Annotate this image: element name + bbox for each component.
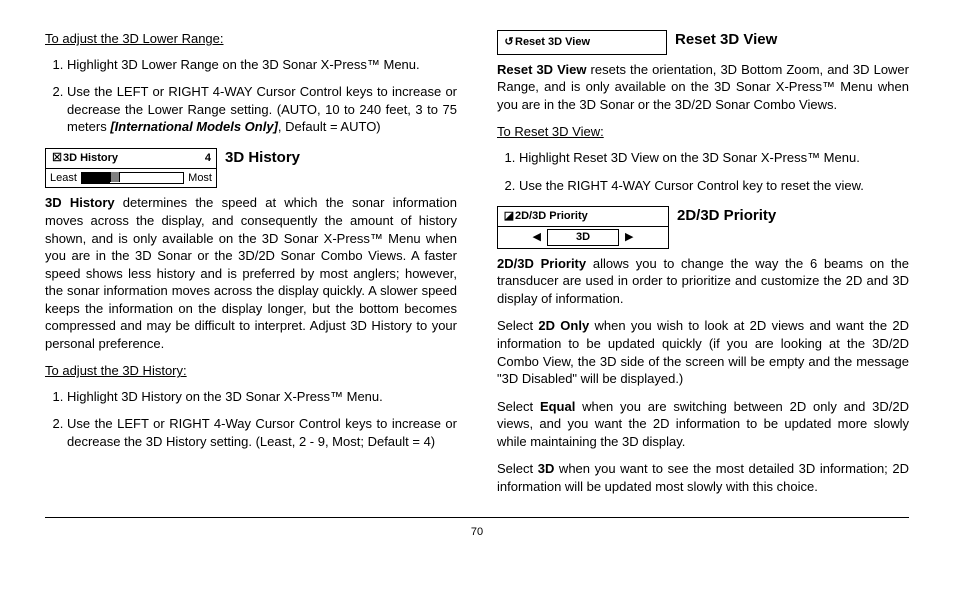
history-widget-title: 3D History — [63, 152, 118, 164]
adjust-lower-range-steps: Highlight 3D Lower Range on the 3D Sonar… — [45, 56, 457, 136]
reset-steps: Highlight Reset 3D View on the 3D Sonar … — [497, 149, 909, 194]
step: Use the LEFT or RIGHT 4-WAY Cursor Contr… — [67, 83, 457, 136]
history-widget: ☒3D History 4 Least Most — [45, 148, 217, 189]
history-widget-value: 4 — [205, 151, 211, 166]
history-slider[interactable] — [81, 172, 184, 184]
slider-max-label: Most — [188, 171, 212, 186]
priority-icon: ◪ — [503, 209, 515, 224]
reset-heading: Reset 3D View — [675, 30, 909, 52]
priority-widget: ◪2D/3D Priority ◀ 3D ▶ — [497, 206, 669, 249]
right-column: ↺Reset 3D View Reset 3D View Reset 3D Vi… — [497, 30, 909, 505]
reset-body: Reset 3D View resets the orientation, 3D… — [497, 61, 909, 114]
reset-widget: ↺Reset 3D View — [497, 30, 667, 55]
step: Highlight 3D History on the 3D Sonar X-P… — [67, 388, 457, 406]
left-column: To adjust the 3D Lower Range: Highlight … — [45, 30, 457, 505]
priority-equal: Select Equal when you are switching betw… — [497, 398, 909, 451]
slider-min-label: Least — [50, 171, 77, 186]
priority-widget-title: 2D/3D Priority — [515, 210, 588, 222]
reset-steps-title: To Reset 3D View: — [497, 123, 909, 141]
footer-rule — [45, 517, 909, 518]
step: Use the RIGHT 4-WAY Cursor Control key t… — [519, 177, 909, 195]
page-number: 70 — [45, 525, 909, 540]
reset-icon: ↺ — [503, 35, 515, 50]
reset-widget-title: Reset 3D View — [515, 36, 590, 48]
history-icon: ☒ — [51, 151, 63, 166]
right-arrow-icon[interactable]: ▶ — [625, 230, 633, 245]
step: Highlight 3D Lower Range on the 3D Sonar… — [67, 56, 457, 74]
adjust-lower-range-title: To adjust the 3D Lower Range: — [45, 30, 457, 48]
left-arrow-icon[interactable]: ◀ — [533, 230, 541, 245]
step: Use the LEFT or RIGHT 4-Way Cursor Contr… — [67, 415, 457, 450]
priority-3d: Select 3D when you want to see the most … — [497, 460, 909, 495]
priority-heading: 2D/3D Priority — [677, 206, 909, 228]
adjust-history-steps: Highlight 3D History on the 3D Sonar X-P… — [45, 388, 457, 451]
history-heading: 3D History — [225, 148, 457, 170]
adjust-history-title: To adjust the 3D History: — [45, 362, 457, 380]
history-body: 3D History determines the speed at which… — [45, 194, 457, 352]
priority-value: 3D — [547, 229, 619, 246]
priority-2d-only: Select 2D Only when you wish to look at … — [497, 317, 909, 387]
priority-body: 2D/3D Priority allows you to change the … — [497, 255, 909, 308]
step: Highlight Reset 3D View on the 3D Sonar … — [519, 149, 909, 167]
